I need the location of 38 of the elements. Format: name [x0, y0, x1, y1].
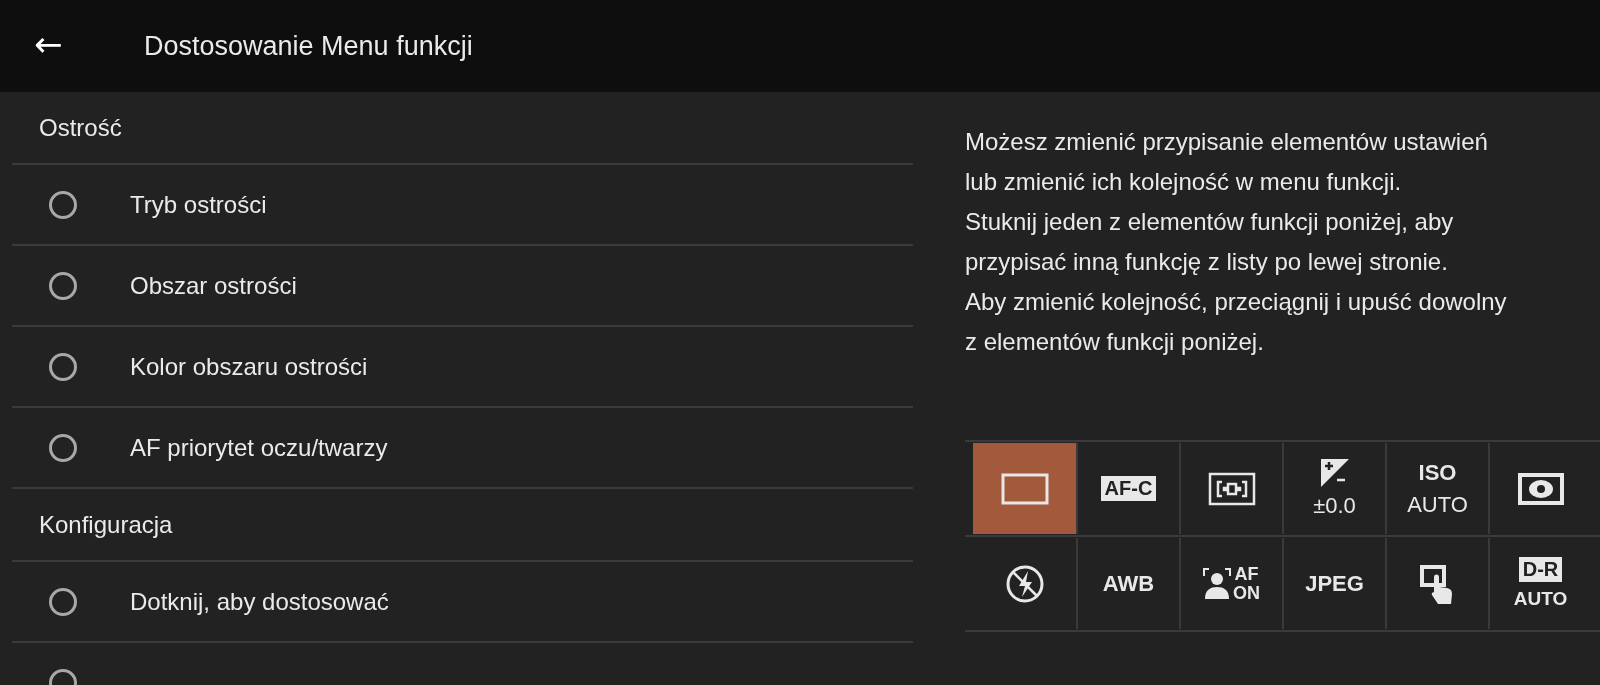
face-icon	[1203, 567, 1231, 600]
list-item[interactable]: Dotknij, aby dostosować	[12, 562, 913, 643]
item-label: Obszar ostrości	[130, 271, 297, 300]
function-button[interactable]: AF-C	[1076, 443, 1179, 534]
rectangle-icon	[1000, 472, 1049, 505]
radio-button[interactable]	[49, 271, 77, 300]
function-button[interactable]: D-R AUTO	[1488, 538, 1591, 629]
list-item[interactable]: Obszar ostrości	[12, 246, 913, 327]
description-text: Stuknij jeden z elementów funkcji poniżej, aby	[965, 207, 1455, 237]
description-text: Aby zmienić kolejność, przeciągnij i upuść dowolny	[965, 287, 1508, 317]
description-text: przypisać inną funkcję z listy po lewej stronie.	[965, 247, 1449, 277]
function-button[interactable]: JPEG	[1282, 538, 1385, 629]
back-button[interactable]: ←	[0, 24, 104, 68]
section-heading: Ostrość	[12, 92, 913, 165]
radio-button[interactable]	[49, 190, 77, 219]
item-label: AF priorytet oczu/twarzy	[130, 433, 388, 462]
function-button[interactable]: AWB	[1076, 538, 1179, 629]
exposure-icon	[1320, 458, 1349, 487]
flash-off-icon	[1004, 563, 1045, 604]
description-text: Możesz zmienić przypisanie elementów ustawień	[965, 127, 1489, 157]
item-label: Tryb ostrości	[130, 190, 267, 219]
description-text: z elementów funkcji poniżej.	[965, 327, 1265, 357]
list-item[interactable]: Tryb ostrości	[12, 165, 913, 246]
item-label: Kolor obszaru ostrości	[130, 352, 368, 381]
function-button[interactable]: AF ON	[1179, 538, 1282, 629]
screen-title: Dostosowanie Menu funkcji	[144, 30, 473, 62]
radio-button[interactable]	[49, 433, 77, 462]
item-label: Dotknij, aby dostosować	[130, 587, 389, 616]
description-text: lub zmienić ich kolejność w menu funkcji.	[965, 167, 1403, 197]
metering-icon	[1516, 471, 1565, 506]
function-button[interactable]: ISO AUTO	[1385, 443, 1488, 534]
radio-button[interactable]	[49, 587, 77, 616]
function-button[interactable]: ±0.0	[1282, 443, 1385, 534]
focus-frame-icon	[1207, 471, 1256, 506]
section-heading: Konfiguracja	[12, 489, 913, 562]
list-item[interactable]: Kolor obszaru ostrości	[12, 327, 913, 408]
list-item[interactable]: AF priorytet oczu/twarzy	[12, 408, 913, 489]
radio-button[interactable]	[49, 352, 77, 381]
